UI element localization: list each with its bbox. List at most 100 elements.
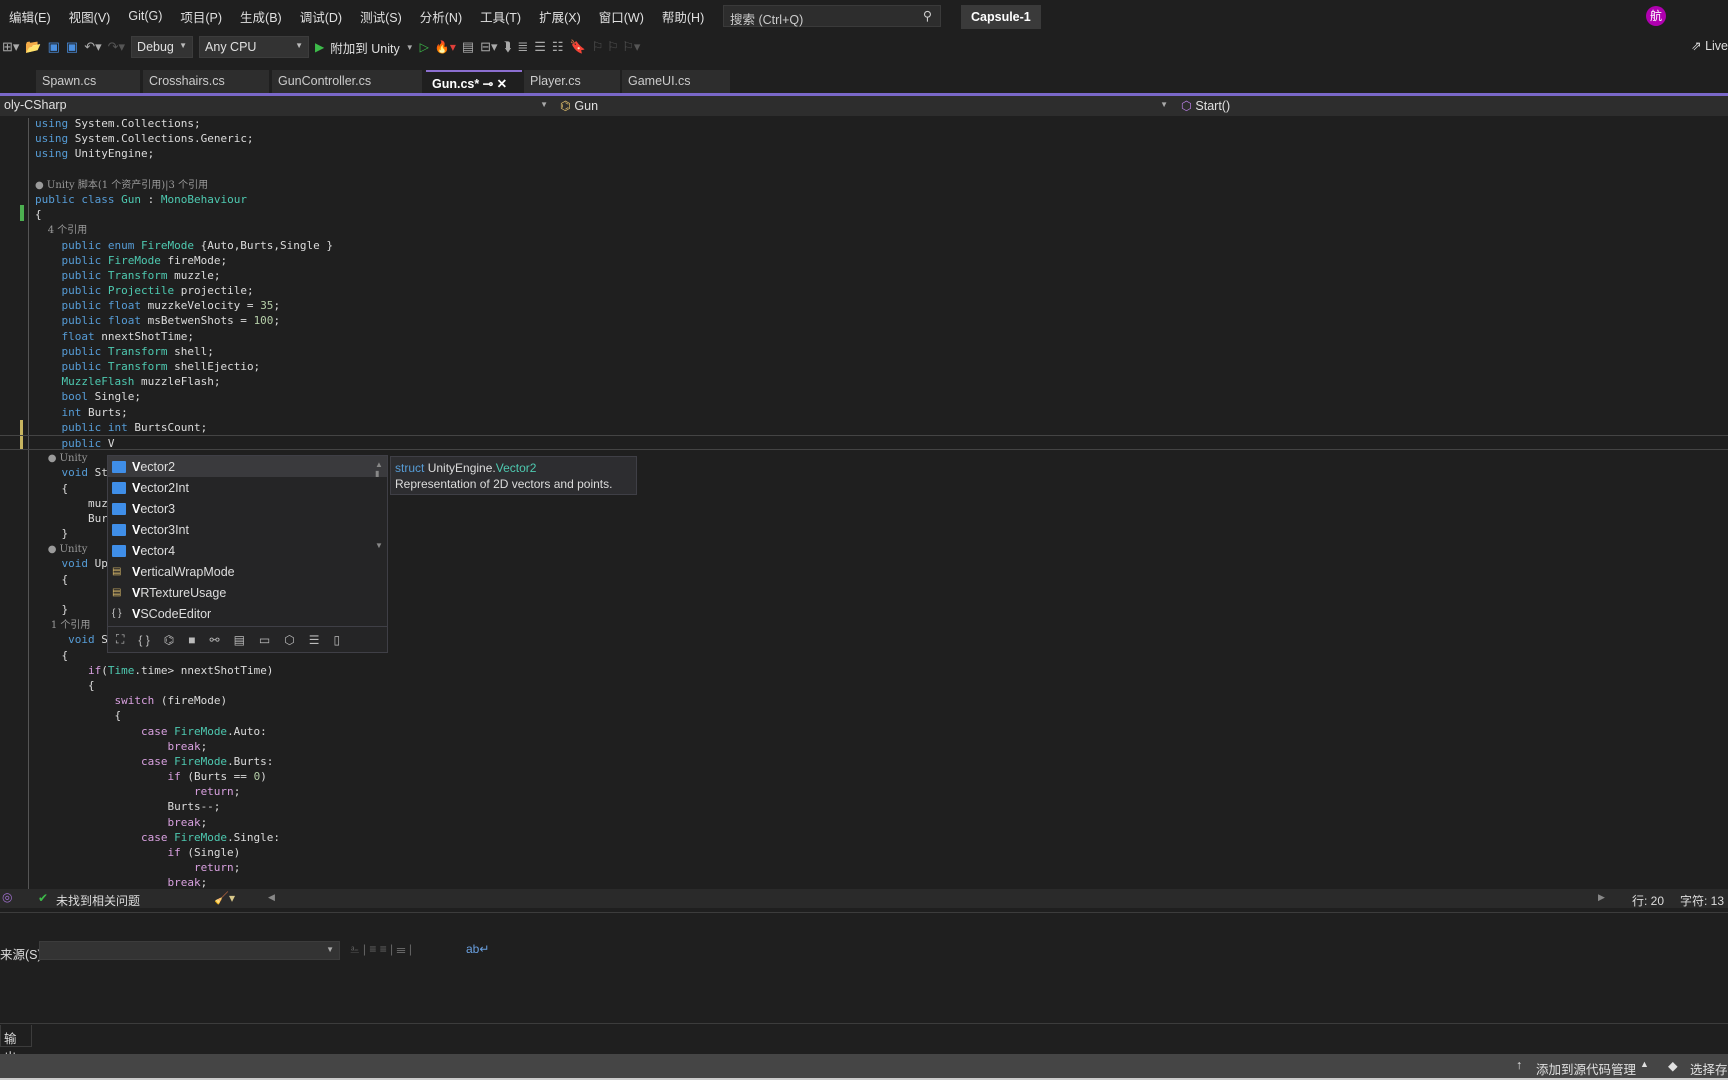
menu-item[interactable]: 扩展(X) xyxy=(530,7,590,26)
code-token: shell; xyxy=(167,344,214,358)
menu-item[interactable]: 生成(B) xyxy=(231,7,291,26)
code-token: ; xyxy=(273,314,281,328)
open-folder-icon[interactable]: 📂 xyxy=(25,39,41,55)
play-icon[interactable]: ▶ xyxy=(315,40,324,54)
code-token: using xyxy=(35,117,75,130)
completion-list[interactable]: Vector2 Vector2Int Vector3 Vector3Int Vector… xyxy=(107,455,388,653)
menu-item[interactable]: 项目(P) xyxy=(171,7,231,26)
save-icon[interactable]: ▣ xyxy=(48,39,60,55)
code-line: public float muzzkeVelocity = 35; xyxy=(0,298,1728,313)
code-line: return; xyxy=(0,784,1728,799)
cleanup-icon[interactable]: 🧹▾ xyxy=(214,891,235,905)
completion-filter-icon[interactable]: ☰ xyxy=(309,633,320,647)
bookmark-prev-icon[interactable]: ⚐ ⚐ ⚐▾ xyxy=(592,39,641,55)
new-project-icon[interactable]: ⊞▾ xyxy=(2,39,19,55)
code-line: if(Time.time> nnextShotTime) xyxy=(0,663,1728,678)
tab-guncontrollercs[interactable]: GunController.cs xyxy=(272,70,422,93)
completion-filter-icon[interactable]: { } xyxy=(138,633,149,647)
member-dropdown[interactable]: ⬡ Start() xyxy=(1177,97,1728,115)
project-dropdown[interactable]: oly-CSharp ▼ xyxy=(0,97,554,115)
code-line: return; xyxy=(0,860,1728,875)
output-tab[interactable]: 输出 xyxy=(0,1025,32,1065)
config-dropdown[interactable]: Debug ▼ xyxy=(131,36,194,58)
app-status-bar: ↑ 添加到源代码管理 ▲ ◆ 选择存 xyxy=(0,1054,1728,1078)
scroll-left-icon[interactable]: ◀ xyxy=(268,892,275,903)
tab-gameuics[interactable]: GameUI.cs xyxy=(622,70,730,93)
step-icon[interactable]: ⮯ xyxy=(504,39,512,55)
undo-icon[interactable]: ↶▾ xyxy=(84,39,101,55)
menu-item[interactable]: Git(G) xyxy=(119,9,171,23)
menu-item[interactable]: 编辑(E) xyxy=(0,7,60,26)
window-layout-icon[interactable]: ⊟▾ xyxy=(480,39,497,55)
method-icon: ⬡ xyxy=(1181,99,1196,113)
completion-item[interactable]: ▤ V RTextureUsage xyxy=(108,582,387,603)
attach-unity-button[interactable]: 附加到 Unity xyxy=(330,38,399,57)
avatar[interactable]: 航 xyxy=(1646,6,1666,26)
tab-guncs[interactable]: Gun.cs* ⊸ ✕ xyxy=(426,70,522,93)
code-line: Burts--; xyxy=(0,799,1728,814)
search-box[interactable]: 搜索 (Ctrl+Q) ⚲ xyxy=(723,5,941,27)
completion-item[interactable]: Vector3 xyxy=(108,498,387,519)
close-icon[interactable]: ✕ xyxy=(497,77,507,91)
menu-item[interactable]: 窗口(W) xyxy=(590,7,653,26)
code-line: { xyxy=(0,678,1728,693)
output-source-dropdown[interactable]: ▼ xyxy=(39,941,340,960)
code-line: public Transform muzzle; xyxy=(0,268,1728,283)
menu-item[interactable]: 测试(S) xyxy=(351,7,411,26)
copilot-icon[interactable]: ◎ xyxy=(2,890,12,904)
completion-filter-icon[interactable]: ▭ xyxy=(259,633,270,647)
tab-spawncs[interactable]: Spawn.cs xyxy=(36,70,140,93)
hot-reload-icon[interactable]: 🔥▾ xyxy=(435,40,456,54)
code-token: .time> nnextShotTime) xyxy=(134,663,274,677)
platform-dropdown[interactable]: Any CPU ▼ xyxy=(199,36,310,58)
completion-filter-icon[interactable]: ⛶ xyxy=(116,632,124,647)
completion-item[interactable]: Vector2Int xyxy=(108,477,387,498)
tab-crosshairscs[interactable]: Crosshairs.cs xyxy=(143,70,269,93)
completion-item[interactable]: Vector3Int xyxy=(108,519,387,540)
bookmark-icon[interactable]: 🔖 xyxy=(570,39,586,55)
format-icon[interactable]: ≣ xyxy=(517,39,528,55)
start-without-debug-icon[interactable]: ▷ xyxy=(420,40,429,54)
completion-filter-icon[interactable]: ▯ xyxy=(334,633,341,647)
code-token: ; xyxy=(200,876,208,890)
code-line: using System.Collections; xyxy=(0,116,1728,131)
redo-icon[interactable]: ↷▾ xyxy=(108,39,125,55)
comment-icon[interactable]: ☰ xyxy=(534,39,546,55)
menu-item[interactable]: 视图(V) xyxy=(60,7,120,26)
code-token: MonoBehaviour xyxy=(160,192,247,206)
save-all-icon[interactable]: ▣ xyxy=(66,39,78,55)
menu-item[interactable]: 工具(T) xyxy=(471,7,530,26)
menu-item[interactable]: 帮助(H) xyxy=(653,7,713,26)
class-dropdown[interactable]: ⌬ Gun ▼ xyxy=(556,97,1174,115)
find-icon[interactable]: ▤ xyxy=(462,39,474,55)
uncomment-icon[interactable]: ☷ xyxy=(552,39,564,55)
word-wrap-icon[interactable]: ab↵ xyxy=(466,942,489,956)
completion-item[interactable]: Vector2 xyxy=(108,456,387,477)
menu-item[interactable]: 调试(D) xyxy=(291,7,351,26)
code-token: FireMode xyxy=(140,238,194,252)
code-line: MuzzleFlash muzzleFlash; xyxy=(0,374,1728,389)
tab-playercs[interactable]: Player.cs xyxy=(524,70,620,93)
completion-filter-icon[interactable]: ■ xyxy=(188,633,195,647)
completion-scrollbar[interactable]: ▲ ▮ ▼ xyxy=(375,460,385,550)
pin-icon[interactable]: ⊸ xyxy=(479,77,496,91)
completion-filter-icon[interactable]: ⬡ xyxy=(284,633,294,647)
code-line: { xyxy=(0,708,1728,723)
code-token: break xyxy=(35,815,201,829)
completion-filter-icon[interactable]: ⚯ xyxy=(210,633,220,647)
add-source-control-button[interactable]: 添加到源代码管理 xyxy=(1536,1059,1636,1078)
completion-filter-icon[interactable]: ⌬ xyxy=(164,633,174,647)
code-token: using xyxy=(35,147,75,161)
select-repo-button[interactable]: 选择存 xyxy=(1690,1059,1728,1078)
completion-filter-icon[interactable]: ▤ xyxy=(234,633,245,647)
code-token: ) xyxy=(260,770,267,784)
code-token: MuzzleFlash xyxy=(35,375,135,389)
completion-item[interactable]: ▤ VerticalWrapMode xyxy=(108,561,387,582)
scroll-right-icon[interactable]: ▶ xyxy=(1598,892,1605,903)
completion-item[interactable]: Vector4 xyxy=(108,540,387,561)
completion-item[interactable]: { } V SCodeEditor xyxy=(108,603,387,624)
live-share-button[interactable]: ⇗ Live xyxy=(1691,38,1728,53)
menu-item[interactable]: 分析(N) xyxy=(411,7,471,26)
issues-status[interactable]: 未找到相关问题 xyxy=(56,892,140,909)
search-icon: ⚲ xyxy=(922,9,932,23)
